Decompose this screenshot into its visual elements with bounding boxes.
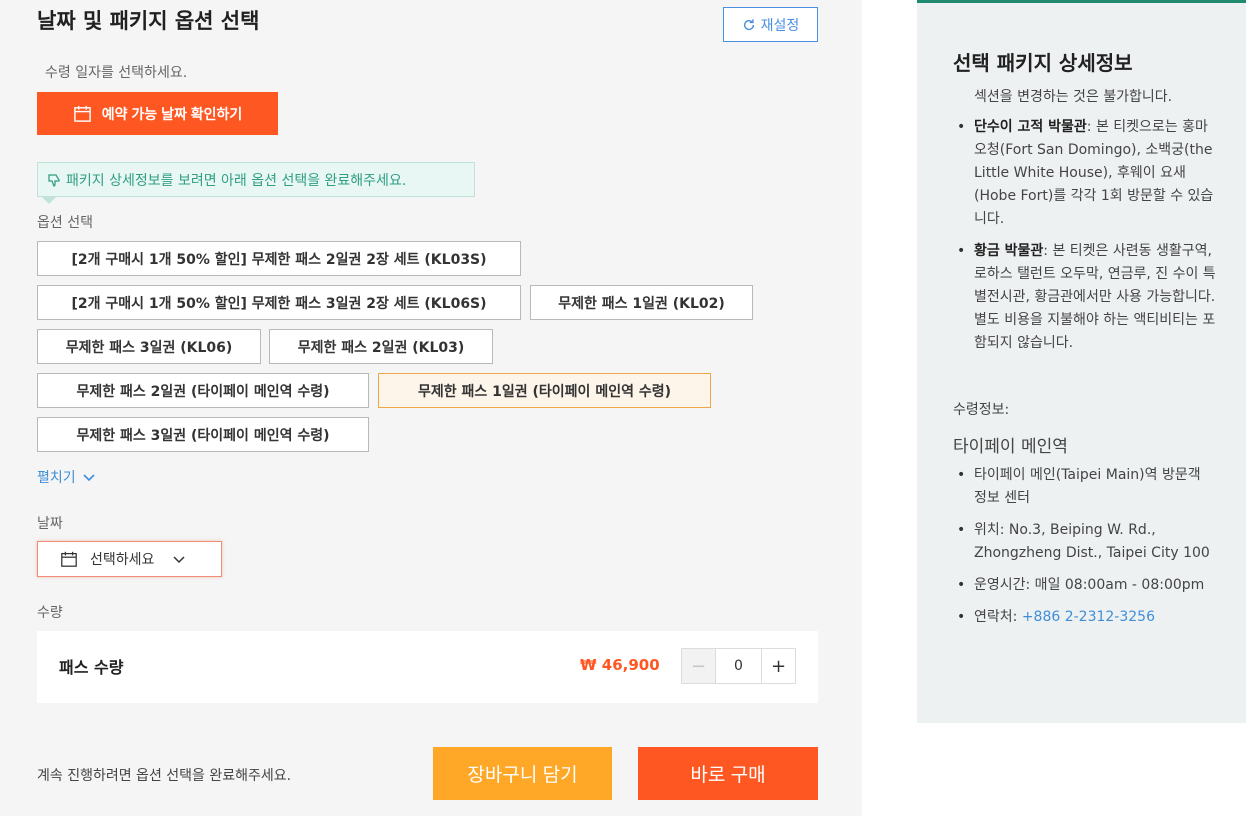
museum-desc: : 본 티켓은 사련동 생활구역, 로하스 탤런트 오두막, 연금루, 진 수이… <box>974 243 1216 351</box>
chevron-down-icon <box>83 474 95 482</box>
thumbs-down-icon <box>48 173 60 187</box>
increment-button[interactable]: + <box>761 649 795 683</box>
notice-tail <box>41 196 57 204</box>
date-placeholder: 선택하세요 <box>90 552 155 568</box>
calendar-icon <box>73 105 91 122</box>
options-label: 옵션 선택 <box>37 215 93 231</box>
option-item[interactable]: 무제한 패스 3일권 (KL06) <box>37 329 261 364</box>
museum-name: 단수이 고적 박물관 <box>974 119 1087 135</box>
decrement-button[interactable]: − <box>682 649 716 683</box>
calendar-icon <box>61 551 77 567</box>
station-name: 타이페이 메인역 <box>953 437 1068 457</box>
page-title: 날짜 및 패키지 옵션 선택 <box>37 9 260 33</box>
quantity-price: ₩ 46,900 <box>580 656 660 674</box>
reset-label: 재설정 <box>760 16 800 33</box>
museum-item: 황금 박물관: 본 티켓은 사련동 생활구역, 로하스 탤런트 오두막, 연금루… <box>955 240 1217 355</box>
museum-list: 단수이 고적 박물관: 본 티켓으로는 홍마오청(Fort San Doming… <box>955 116 1217 364</box>
info-hours: 운영시간: 매일 08:00am - 08:00pm <box>955 574 1217 597</box>
details-subtitle: 섹션을 변경하는 것은 불가합니다. <box>974 89 1173 105</box>
refresh-icon <box>743 18 754 30</box>
reset-button[interactable]: 재설정 <box>723 7 818 42</box>
notice-text: 패키지 상세정보를 보려면 아래 옵션 선택을 완료해주세요. <box>66 172 407 189</box>
quantity-item-label: 패스 수량 <box>59 658 124 677</box>
option-item[interactable]: [2개 구매시 1개 50% 할인] 무제한 패스 2일권 2장 세트 (KL0… <box>37 241 521 276</box>
receipt-date-hint: 수령 일자를 선택하세요. <box>45 65 188 81</box>
info-location: 위치: No.3, Beiping W. Rd., Zhongzheng Dis… <box>955 519 1217 565</box>
footer-note: 계속 진행하려면 옵션 선택을 완료해주세요. <box>37 768 292 784</box>
check-dates-label: 예약 가능 날짜 확인하기 <box>101 105 243 122</box>
quantity-value[interactable]: 0 <box>716 649 761 683</box>
option-item[interactable]: 무제한 패스 1일권 (KL02) <box>530 285 753 320</box>
option-item[interactable]: 무제한 패스 2일권 (타이페이 메인역 수령) <box>37 373 369 408</box>
date-label: 날짜 <box>37 516 63 532</box>
contact-label: 연락처: <box>974 609 1022 625</box>
add-to-cart-button[interactable]: 장바구니 담기 <box>433 747 612 800</box>
museum-item: 단수이 고적 박물관: 본 티켓으로는 홍마오청(Fort San Doming… <box>955 116 1217 231</box>
option-item-selected[interactable]: 무제한 패스 1일권 (타이페이 메인역 수령) <box>378 373 711 408</box>
museum-desc: : 본 티켓으로는 홍마오청(Fort San Domingo), 소백궁(th… <box>974 119 1214 227</box>
museum-name: 황금 박물관 <box>974 243 1044 259</box>
details-title: 선택 패키지 상세정보 <box>953 51 1133 75</box>
expand-label: 펼치기 <box>37 470 76 486</box>
booking-form: 날짜 및 패키지 옵션 선택 재설정 수령 일자를 선택하세요. 예약 가능 날… <box>0 0 862 816</box>
package-notice: 패키지 상세정보를 보려면 아래 옵션 선택을 완료해주세요. <box>37 162 475 197</box>
option-item[interactable]: 무제한 패스 2일권 (KL03) <box>269 329 493 364</box>
buy-now-button[interactable]: 바로 구매 <box>638 747 818 800</box>
quantity-row: 패스 수량 ₩ 46,900 − 0 + <box>37 631 818 703</box>
expand-options-link[interactable]: 펼치기 <box>37 467 96 487</box>
chevron-down-icon <box>173 556 185 564</box>
contact-phone-link[interactable]: +886 2-2312-3256 <box>1022 609 1155 625</box>
package-details-panel: 선택 패키지 상세정보 섹션을 변경하는 것은 불가합니다. 단수이 고적 박물… <box>917 0 1246 723</box>
quantity-stepper: − 0 + <box>681 648 796 684</box>
option-item[interactable]: [2개 구매시 1개 50% 할인] 무제한 패스 3일권 2장 세트 (KL0… <box>37 285 521 320</box>
check-available-dates-button[interactable]: 예약 가능 날짜 확인하기 <box>37 92 278 135</box>
option-item[interactable]: 무제한 패스 3일권 (타이페이 메인역 수령) <box>37 417 369 452</box>
info-contact: 연락처: +886 2-2312-3256 <box>955 606 1217 629</box>
info-place: 타이페이 메인(Taipei Main)역 방문객 정보 센터 <box>955 464 1217 510</box>
receiving-info-list: 타이페이 메인(Taipei Main)역 방문객 정보 센터 위치: No.3… <box>955 464 1217 638</box>
receiving-info-label: 수령정보: <box>953 402 1010 418</box>
date-select[interactable]: 선택하세요 <box>37 541 222 577</box>
quantity-section-label: 수량 <box>37 605 63 621</box>
